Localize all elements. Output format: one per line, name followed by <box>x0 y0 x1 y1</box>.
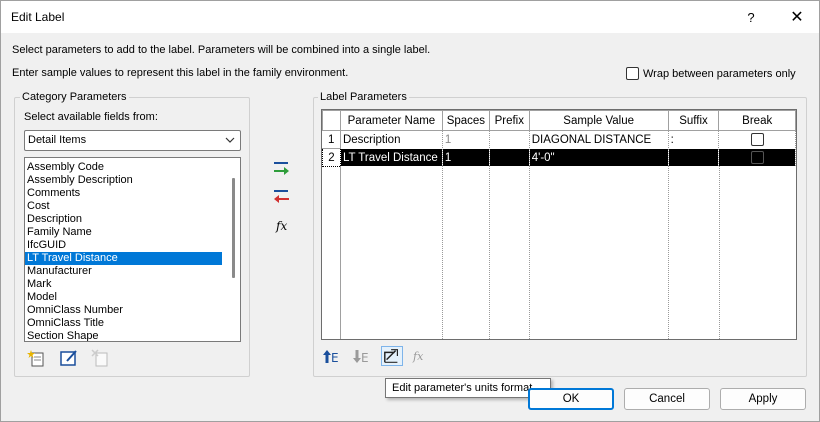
add-to-label-icon[interactable] <box>270 159 292 179</box>
new-parameter-icon[interactable] <box>26 348 48 368</box>
grid-line <box>668 166 669 339</box>
grid-header-row: Parameter Name Spaces Prefix Sample Valu… <box>322 110 796 131</box>
list-item[interactable]: Family Name <box>25 226 222 239</box>
edit-label-dialog: Edit Label ? ✕ Select parameters to add … <box>0 0 820 422</box>
spaces-cell[interactable]: 1 <box>442 148 490 167</box>
available-fields-list[interactable]: Assembly Code Assembly Description Comment… <box>24 157 241 342</box>
suffix-cell[interactable]: : <box>668 130 720 149</box>
list-item[interactable]: LT Travel Distance <box>25 252 222 265</box>
grid-line <box>719 166 720 339</box>
list-item[interactable]: Mark <box>25 278 222 291</box>
category-parameters-title: Category Parameters <box>20 91 129 103</box>
list-item[interactable]: Assembly Code <box>25 161 222 174</box>
list-item[interactable]: Assembly Description <box>25 174 222 187</box>
sample-value-cell[interactable]: 4'-0" <box>529 148 669 167</box>
column-header[interactable]: Parameter Name <box>339 110 443 131</box>
category-select-value: Detail Items <box>28 134 87 146</box>
row-number: 2 <box>322 148 341 167</box>
wrap-checkbox-label[interactable]: Wrap between parameters only <box>643 68 796 80</box>
break-checkbox[interactable] <box>750 133 764 146</box>
column-header[interactable]: Sample Value <box>528 110 669 131</box>
list-item[interactable]: Cost <box>25 200 222 213</box>
column-header[interactable]: Break <box>718 110 796 131</box>
close-button[interactable]: ✕ <box>785 7 809 29</box>
edit-parameter-icon[interactable] <box>58 348 80 368</box>
list-item[interactable]: Description <box>25 213 222 226</box>
instruction-line-2: Enter sample values to represent this la… <box>12 67 349 79</box>
fx-button[interactable]: f𝑥 <box>276 219 287 233</box>
spaces-cell[interactable]: 1 <box>442 130 490 149</box>
parameter-name-cell[interactable]: LT Travel Distance <box>340 148 443 167</box>
list-item[interactable]: Section Shape <box>25 330 222 341</box>
column-header[interactable]: Suffix <box>667 110 720 131</box>
dialog-title: Edit Label <box>11 10 65 24</box>
edit-units-format-icon[interactable] <box>381 346 403 366</box>
list-item[interactable]: Comments <box>25 187 222 200</box>
column-header[interactable]: Spaces <box>441 110 490 131</box>
suffix-cell[interactable] <box>668 148 720 167</box>
list-item[interactable]: IfcGUID <box>25 239 222 252</box>
list-item[interactable]: OmniClass Number <box>25 304 222 317</box>
ok-button[interactable]: OK <box>528 388 614 410</box>
list-scrollbar[interactable] <box>232 178 235 278</box>
chevron-down-icon <box>225 137 235 143</box>
svg-text:E: E <box>331 351 339 365</box>
units-format-tooltip: Edit parameter's units format <box>385 378 551 398</box>
table-row[interactable]: 1 Description 1 DIAGONAL DISTANCE : <box>322 130 796 149</box>
prefix-cell[interactable] <box>489 148 530 167</box>
grid-line <box>340 166 341 339</box>
fields-from-label: Select available fields from: <box>24 111 158 123</box>
svg-text:E: E <box>361 351 369 365</box>
break-checkbox[interactable] <box>750 151 764 164</box>
tooltip-text: Edit parameter's units format <box>392 382 533 394</box>
grid-line <box>529 166 530 339</box>
help-button[interactable]: ? <box>739 7 763 29</box>
delete-parameter-icon[interactable] <box>90 348 112 368</box>
apply-button[interactable]: Apply <box>720 388 806 410</box>
parameter-name-cell[interactable]: Description <box>340 130 443 149</box>
row-number: 1 <box>322 130 341 149</box>
wrap-checkbox[interactable] <box>626 67 639 80</box>
table-row-selected[interactable]: 2 LT Travel Distance 1 4'-0" <box>322 148 796 167</box>
instruction-line-1: Select parameters to add to the label. P… <box>12 44 431 56</box>
column-header[interactable]: Prefix <box>488 110 530 131</box>
grid-line <box>442 166 443 339</box>
sample-value-cell[interactable]: DIAGONAL DISTANCE <box>529 130 669 149</box>
title-bar: Edit Label ? ✕ <box>1 1 819 33</box>
move-up-icon[interactable]: E <box>321 347 343 367</box>
remove-from-label-icon[interactable] <box>270 187 292 207</box>
list-item[interactable]: Model <box>25 291 222 304</box>
move-down-icon[interactable]: E <box>351 347 373 367</box>
cancel-button[interactable]: Cancel <box>624 388 710 410</box>
break-cell[interactable] <box>718 130 796 149</box>
break-cell[interactable] <box>718 148 796 167</box>
row-number-header <box>322 110 341 131</box>
calculated-value-icon[interactable]: f𝑥 <box>413 350 423 363</box>
category-select[interactable]: Detail Items <box>24 130 241 151</box>
list-item[interactable]: Manufacturer <box>25 265 222 278</box>
list-item[interactable]: OmniClass Title <box>25 317 222 330</box>
label-parameters-grid: Parameter Name Spaces Prefix Sample Valu… <box>321 109 797 340</box>
grid-line <box>489 166 490 339</box>
label-parameters-title: Label Parameters <box>318 91 409 103</box>
prefix-cell[interactable] <box>489 130 530 149</box>
